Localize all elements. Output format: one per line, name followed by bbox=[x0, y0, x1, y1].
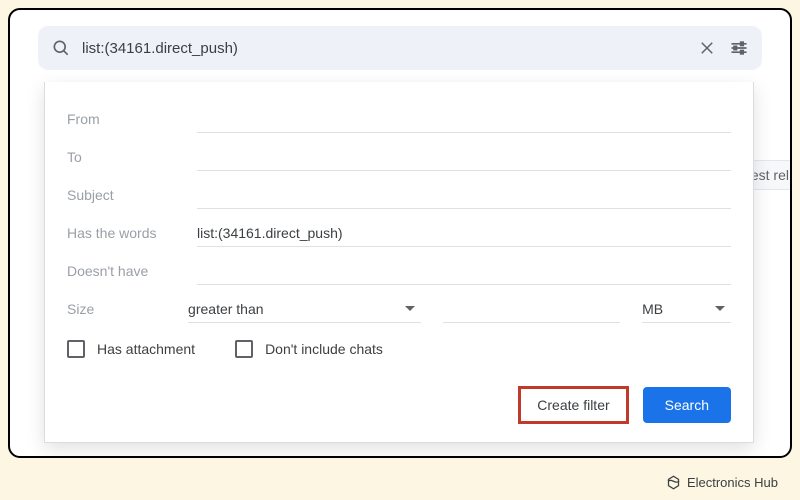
from-label: From bbox=[67, 111, 197, 127]
create-filter-button[interactable]: Create filter bbox=[518, 386, 628, 424]
from-row: From bbox=[67, 100, 731, 138]
dont-include-chats-checkbox[interactable] bbox=[235, 340, 253, 358]
checkbox-row: Has attachment Don't include chats bbox=[67, 340, 731, 358]
clear-icon[interactable] bbox=[696, 37, 718, 59]
size-unit-value: MB bbox=[642, 301, 663, 317]
filter-panel: From To Subject Has the words list:(3416… bbox=[44, 82, 754, 443]
subject-input[interactable] bbox=[197, 181, 731, 209]
search-query-text[interactable]: list:(34161.direct_push) bbox=[82, 40, 686, 57]
to-row: To bbox=[67, 138, 731, 176]
from-input[interactable] bbox=[197, 105, 731, 133]
has-attachment-checkbox[interactable] bbox=[67, 340, 85, 358]
size-value-input[interactable] bbox=[443, 295, 620, 323]
search-bar[interactable]: list:(34161.direct_push) bbox=[38, 26, 762, 70]
doesnthave-label: Doesn't have bbox=[67, 263, 197, 279]
size-unit-select[interactable]: MB bbox=[642, 295, 731, 323]
subject-row: Subject bbox=[67, 176, 731, 214]
to-label: To bbox=[67, 149, 197, 165]
dont-include-chats-group[interactable]: Don't include chats bbox=[235, 340, 383, 358]
haswords-row: Has the words list:(34161.direct_push) bbox=[67, 214, 731, 252]
size-row: Size greater than MB bbox=[67, 290, 731, 328]
chevron-down-icon bbox=[405, 306, 415, 311]
to-input[interactable] bbox=[197, 143, 731, 171]
haswords-input[interactable]: list:(34161.direct_push) bbox=[197, 219, 731, 247]
has-attachment-group[interactable]: Has attachment bbox=[67, 340, 195, 358]
app-frame: list:(34161.direct_push) latest rel From bbox=[8, 8, 792, 458]
size-comparator-select[interactable]: greater than bbox=[188, 295, 421, 323]
haswords-label: Has the words bbox=[67, 225, 197, 241]
actions-row: Create filter Search bbox=[67, 386, 731, 424]
doesnthave-row: Doesn't have bbox=[67, 252, 731, 290]
size-comparator-value: greater than bbox=[188, 301, 264, 317]
dont-include-chats-label: Don't include chats bbox=[265, 341, 383, 357]
search-icon bbox=[50, 37, 72, 59]
hub-icon bbox=[666, 475, 681, 490]
doesnthave-input[interactable] bbox=[197, 257, 731, 285]
search-button[interactable]: Search bbox=[643, 387, 731, 423]
watermark: Electronics Hub bbox=[666, 475, 778, 490]
size-label: Size bbox=[67, 301, 188, 317]
has-attachment-label: Has attachment bbox=[97, 341, 195, 357]
watermark-text: Electronics Hub bbox=[687, 475, 778, 490]
chevron-down-icon bbox=[715, 306, 725, 311]
subject-label: Subject bbox=[67, 187, 197, 203]
tune-icon[interactable] bbox=[728, 37, 750, 59]
haswords-value: list:(34161.direct_push) bbox=[197, 225, 343, 241]
